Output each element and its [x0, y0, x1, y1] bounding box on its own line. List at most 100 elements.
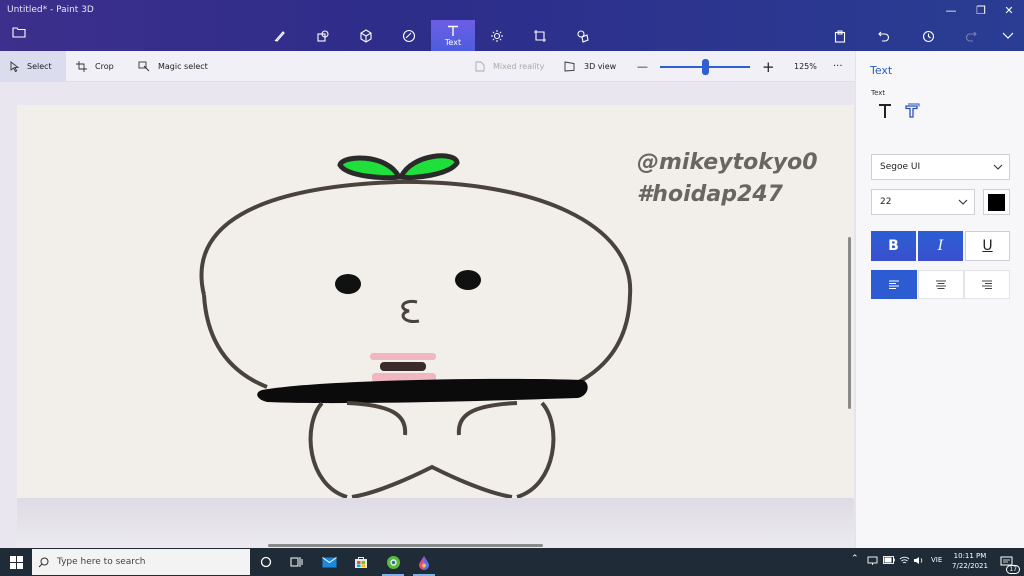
clock-time: 10:11 PM [953, 552, 987, 560]
restore-button[interactable]: ❐ [966, 2, 996, 20]
zoom-slider-thumb[interactable] [702, 59, 709, 75]
window-title: Untitled* - Paint 3D [7, 5, 94, 15]
tool-effects[interactable] [475, 22, 519, 50]
battery-icon[interactable] [883, 556, 895, 566]
mixed-reality-button[interactable]: Mixed reality [474, 51, 544, 82]
cortana-button[interactable] [255, 552, 277, 572]
watermark-username: @mikeytokyo0 [637, 150, 818, 175]
chevron-down-icon [958, 199, 968, 205]
bold-button[interactable]: B [871, 231, 916, 261]
shapes-2d-icon [317, 30, 329, 42]
tool-text[interactable]: Text [431, 20, 475, 51]
paint3d-drop-icon [419, 555, 429, 570]
3d-view-label: 3D view [584, 62, 617, 71]
windows-logo-icon [9, 555, 23, 569]
store-app-button[interactable] [350, 552, 372, 572]
effects-sun-icon [491, 30, 503, 42]
notification-count-badge: 17 [1006, 565, 1020, 574]
taskbar-clock[interactable]: 10:11 PM 7/22/2021 [944, 551, 996, 571]
wifi-icon[interactable] [899, 556, 910, 567]
search-icon [38, 557, 49, 567]
expand-button[interactable] [997, 26, 1019, 46]
italic-button[interactable]: I [918, 231, 963, 261]
tool-brushes[interactable] [258, 22, 302, 50]
3d-view-button[interactable]: 3D view [564, 51, 616, 82]
underline-label: U [982, 238, 993, 254]
menu-folder-button[interactable] [12, 26, 32, 44]
expand-chevron-icon [1002, 32, 1014, 39]
plus-icon: + [762, 57, 775, 76]
font-family-value: Segoe UI [880, 162, 921, 172]
align-right-icon [982, 280, 992, 289]
paste-icon [834, 30, 846, 43]
brush-icon [274, 31, 285, 42]
view-3d-icon [564, 61, 575, 72]
panel-subtitle: Text [871, 89, 886, 97]
history-button[interactable] [917, 26, 939, 46]
input-language[interactable]: VIE [931, 556, 942, 564]
underline-button[interactable]: U [965, 231, 1010, 261]
crop-label: Crop [95, 62, 114, 71]
select-label: Select [27, 62, 52, 71]
text-3d-icon [905, 103, 920, 118]
notification-center-button[interactable]: 17 [996, 552, 1020, 574]
browser-icon [386, 555, 400, 569]
folder-icon [12, 27, 26, 38]
task-view-button[interactable] [285, 552, 307, 572]
browser-app-button[interactable] [382, 552, 404, 576]
mail-icon [321, 556, 337, 567]
more-dots-icon: ··· [833, 61, 843, 72]
zoom-out-button[interactable]: — [637, 51, 648, 82]
undo-button[interactable] [873, 26, 895, 46]
tool-stickers[interactable] [387, 22, 431, 50]
drawing-canvas[interactable]: @mikeytokyo0 #hoidap247 [17, 105, 854, 498]
text-color-button[interactable] [983, 189, 1010, 215]
title-bar: Untitled* - Paint 3D — ❐ ✕ Text [0, 0, 1024, 51]
redo-button[interactable] [960, 26, 982, 46]
paint3d-app-button[interactable] [413, 552, 435, 576]
redo-icon [965, 31, 977, 42]
tool-canvas[interactable] [518, 22, 562, 50]
zoom-level[interactable]: 125% [794, 51, 817, 82]
panel-title: Text [870, 64, 893, 77]
cortana-circle-icon [260, 556, 272, 568]
text-properties-panel: Text Text Segoe UI 22 B I U [855, 51, 1024, 548]
volume-icon[interactable] [913, 556, 924, 567]
mixed-reality-icon [475, 61, 485, 72]
font-size-value: 22 [880, 197, 892, 207]
cube-icon [360, 29, 372, 43]
crop-icon [76, 61, 87, 72]
3d-text-button[interactable] [904, 103, 924, 127]
magic-select-label: Magic select [158, 62, 208, 71]
canvas-crop-icon [534, 30, 546, 42]
zoom-in-button[interactable]: + [762, 51, 775, 82]
tray-network-device-icon[interactable] [867, 556, 878, 568]
crop-button[interactable]: Crop [76, 51, 114, 82]
paste-button[interactable] [829, 26, 851, 46]
tool-3d-library[interactable] [561, 22, 605, 50]
align-right-button[interactable] [964, 270, 1010, 299]
chevron-down-icon [993, 164, 1003, 170]
tool-2d-shapes[interactable] [301, 22, 345, 50]
align-center-button[interactable] [918, 270, 964, 299]
align-left-button[interactable] [871, 270, 917, 299]
more-options-button[interactable]: ··· [833, 51, 843, 82]
taskbar-search-box[interactable]: Type here to search [32, 549, 250, 575]
2d-text-button[interactable] [878, 103, 898, 127]
font-size-dropdown[interactable]: 22 [871, 189, 975, 215]
select-button[interactable]: Select [0, 51, 66, 82]
mail-app-button[interactable] [318, 552, 340, 572]
font-family-dropdown[interactable]: Segoe UI [871, 154, 1010, 180]
horizontal-scrollbar[interactable] [268, 544, 543, 547]
tool-3d-shapes[interactable] [344, 22, 388, 50]
start-button[interactable] [0, 548, 32, 576]
minus-icon: — [637, 60, 648, 73]
vertical-scrollbar[interactable] [848, 237, 851, 409]
minimize-button[interactable]: — [936, 2, 966, 20]
magic-select-button[interactable]: Magic select [138, 51, 208, 82]
close-button[interactable]: ✕ [994, 2, 1024, 20]
library-icon [577, 30, 589, 43]
align-center-icon [936, 280, 946, 289]
text-icon [448, 25, 458, 36]
tray-overflow-chevron-icon[interactable]: ⌃ [851, 554, 859, 564]
